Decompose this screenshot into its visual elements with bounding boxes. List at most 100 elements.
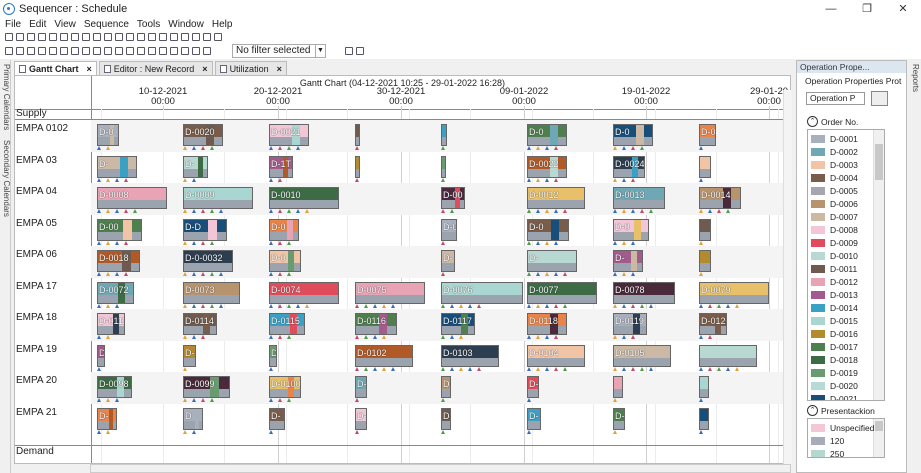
task-block[interactable]: D <box>97 344 105 367</box>
legend-item[interactable]: D-0004 <box>811 171 858 184</box>
task-block[interactable] <box>699 344 757 367</box>
presentation-legend-list[interactable]: Unspecified 120 250 <box>807 418 885 458</box>
menu-window[interactable]: Window <box>168 19 204 30</box>
save-icon[interactable] <box>159 33 167 41</box>
minimize-button[interactable]: — <box>813 0 849 17</box>
legend-item[interactable]: D-0010 <box>811 249 858 262</box>
sort-icon[interactable] <box>5 47 13 55</box>
calendar-icon[interactable] <box>71 33 79 41</box>
task-block[interactable]: D-0103 <box>441 344 499 367</box>
open-icon[interactable] <box>16 33 24 41</box>
legend-item[interactable]: D-0016 <box>811 327 858 340</box>
legend-item[interactable]: D-0007 <box>811 210 858 223</box>
menu-edit[interactable]: Edit <box>29 19 46 30</box>
task-block[interactable]: D-0 <box>699 124 716 146</box>
undo-icon[interactable] <box>49 33 57 41</box>
reports-tab[interactable]: Reports <box>909 64 920 92</box>
settings-button[interactable] <box>871 91 888 106</box>
primary-calendars-tab[interactable]: Primary Calendars <box>0 64 11 130</box>
sort-icon[interactable] <box>104 47 112 55</box>
task-block[interactable]: D- <box>441 376 451 398</box>
task-block[interactable]: D-0076 <box>441 281 523 304</box>
task-block[interactable]: D-0 <box>527 218 569 241</box>
zoom-icon[interactable] <box>27 47 35 55</box>
legend-item[interactable]: D-0009 <box>811 236 858 249</box>
collapse-icon[interactable]: ⌃ <box>807 116 818 127</box>
grid-icon[interactable] <box>214 33 222 41</box>
task-block[interactable] <box>441 155 446 178</box>
legend-item[interactable]: D-0013 <box>811 288 858 301</box>
task-block[interactable]: D-0-0032 <box>183 250 233 272</box>
legend-item[interactable]: D-0011 <box>811 262 857 275</box>
legend-item[interactable]: 250 <box>811 447 844 457</box>
task-block[interactable] <box>699 218 711 241</box>
align-icon[interactable] <box>345 47 353 55</box>
print-icon[interactable] <box>38 33 46 41</box>
task-block[interactable]: D-0098 <box>97 376 132 398</box>
filter-icon[interactable] <box>93 33 101 41</box>
open-icon[interactable] <box>148 33 156 41</box>
close-icon[interactable]: × <box>277 64 282 74</box>
lock-icon[interactable] <box>137 47 145 55</box>
task-block[interactable] <box>699 407 709 430</box>
legend-item[interactable]: D-0014 <box>811 301 858 314</box>
task-block[interactable]: D-00 <box>441 187 465 209</box>
task-block[interactable]: D- <box>355 376 367 398</box>
task-block[interactable]: D-0 <box>441 218 457 241</box>
legend-item[interactable]: D-0002 <box>811 145 858 158</box>
task-block[interactable]: D-0078 <box>613 281 675 304</box>
legend-item[interactable]: 120 <box>811 434 844 447</box>
zoom-icon[interactable] <box>126 47 134 55</box>
task-block[interactable]: D- <box>269 407 285 430</box>
task-block[interactable]: D-0014 <box>699 187 741 209</box>
task-block[interactable]: D- <box>183 155 208 178</box>
task-block[interactable]: D-0018 <box>97 250 140 272</box>
task-block[interactable]: D-0021 <box>269 124 309 146</box>
link-icon[interactable] <box>49 47 57 55</box>
redo-icon[interactable] <box>60 33 68 41</box>
task-block[interactable]: D- <box>355 407 367 430</box>
task-block[interactable]: D-0 <box>269 250 301 272</box>
new-icon[interactable] <box>137 33 145 41</box>
task-block[interactable]: D-0075 <box>355 281 425 304</box>
task-block[interactable] <box>699 250 711 272</box>
task-block[interactable]: D-0119 <box>613 313 647 335</box>
task-block[interactable]: D-0072 <box>97 281 134 304</box>
menu-view[interactable]: View <box>54 19 76 30</box>
align-icon[interactable] <box>16 47 24 55</box>
legend-item[interactable]: D-0015 <box>811 314 858 327</box>
task-block[interactable]: D- <box>441 407 451 430</box>
menu-sequence[interactable]: Sequence <box>84 19 129 30</box>
task-block[interactable] <box>699 155 711 178</box>
task-block[interactable]: D- <box>441 250 455 272</box>
task-block[interactable]: D-0111 <box>97 313 125 335</box>
zoom-icon[interactable] <box>356 47 364 55</box>
maximize-button[interactable]: ❐ <box>849 0 885 17</box>
grid-icon[interactable] <box>82 33 90 41</box>
task-block[interactable] <box>441 124 447 146</box>
legend-item[interactable]: D-0020 <box>811 379 858 392</box>
task-block[interactable]: D-0008 <box>97 187 167 209</box>
task-block[interactable]: D-0115 <box>269 313 305 335</box>
menu-help[interactable]: Help <box>212 19 233 30</box>
menu-tools[interactable]: Tools <box>137 19 160 30</box>
link-icon[interactable] <box>148 47 156 55</box>
undo-icon[interactable] <box>181 33 189 41</box>
legend-item[interactable]: D-0003 <box>811 158 858 171</box>
new-icon[interactable] <box>5 33 13 41</box>
align-icon[interactable] <box>115 47 123 55</box>
task-block[interactable]: D-0010 <box>269 187 339 209</box>
filter-select[interactable]: No filter selected <box>232 44 316 58</box>
menu-file[interactable]: File <box>5 19 21 30</box>
move-icon[interactable] <box>181 47 189 55</box>
task-block[interactable]: D-0012 <box>527 187 585 209</box>
secondary-calendars-tab[interactable]: Secondary Calendars <box>0 140 11 217</box>
task-block[interactable] <box>355 124 360 146</box>
task-block[interactable]: D-0 <box>269 218 299 241</box>
task-block[interactable]: D-0099 <box>183 376 230 398</box>
legend-item[interactable]: D-0017 <box>811 340 858 353</box>
list-scrollbar[interactable] <box>873 130 884 400</box>
close-button[interactable]: ✕ <box>885 0 921 17</box>
task-block[interactable]: D-1T <box>269 155 293 178</box>
task-block[interactable]: D-0117 <box>441 313 475 335</box>
